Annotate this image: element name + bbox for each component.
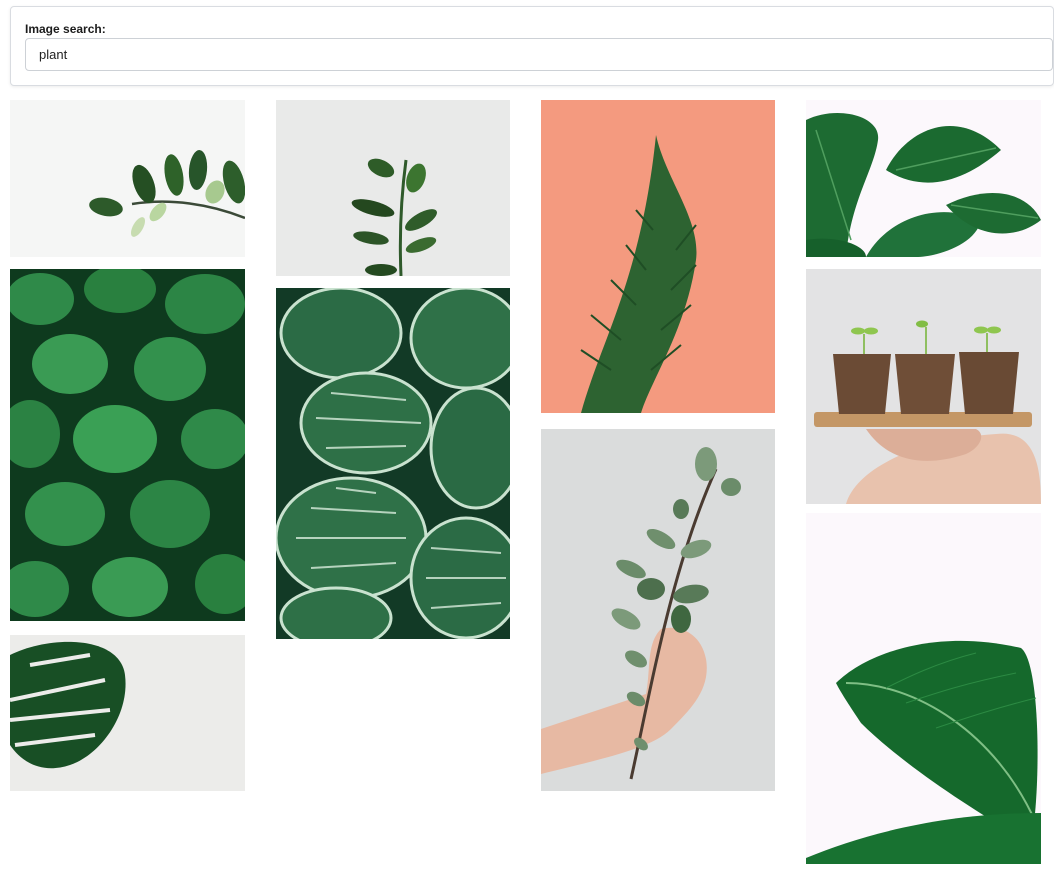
calathea-image bbox=[276, 288, 510, 639]
image-tile-zz-plant[interactable] bbox=[10, 100, 245, 257]
image-tile-young-stem[interactable] bbox=[276, 100, 510, 276]
zz-plant-image bbox=[10, 100, 245, 257]
conifer-image bbox=[541, 100, 775, 413]
image-tile-conifer[interactable] bbox=[541, 100, 775, 413]
search-input[interactable] bbox=[25, 38, 1053, 71]
eucalyptus-image bbox=[541, 429, 775, 791]
image-tile-peace-lily[interactable] bbox=[806, 100, 1041, 257]
search-panel: Image search: bbox=[10, 6, 1054, 86]
young-stem-image bbox=[276, 100, 510, 276]
image-tile-monstera[interactable] bbox=[10, 635, 245, 791]
image-tile-green-leaves[interactable] bbox=[10, 269, 245, 621]
search-label: Image search: bbox=[25, 22, 106, 36]
large-leaf-image bbox=[806, 513, 1041, 864]
green-leaves-image bbox=[10, 269, 245, 621]
image-tile-calathea[interactable] bbox=[276, 288, 510, 639]
image-tile-eucalyptus[interactable] bbox=[541, 429, 775, 791]
image-tile-seedlings[interactable] bbox=[806, 269, 1041, 504]
seedlings-image bbox=[806, 269, 1041, 504]
monstera-image bbox=[10, 635, 245, 791]
peace-lily-image bbox=[806, 100, 1041, 257]
image-tile-large-leaf[interactable] bbox=[806, 513, 1041, 864]
